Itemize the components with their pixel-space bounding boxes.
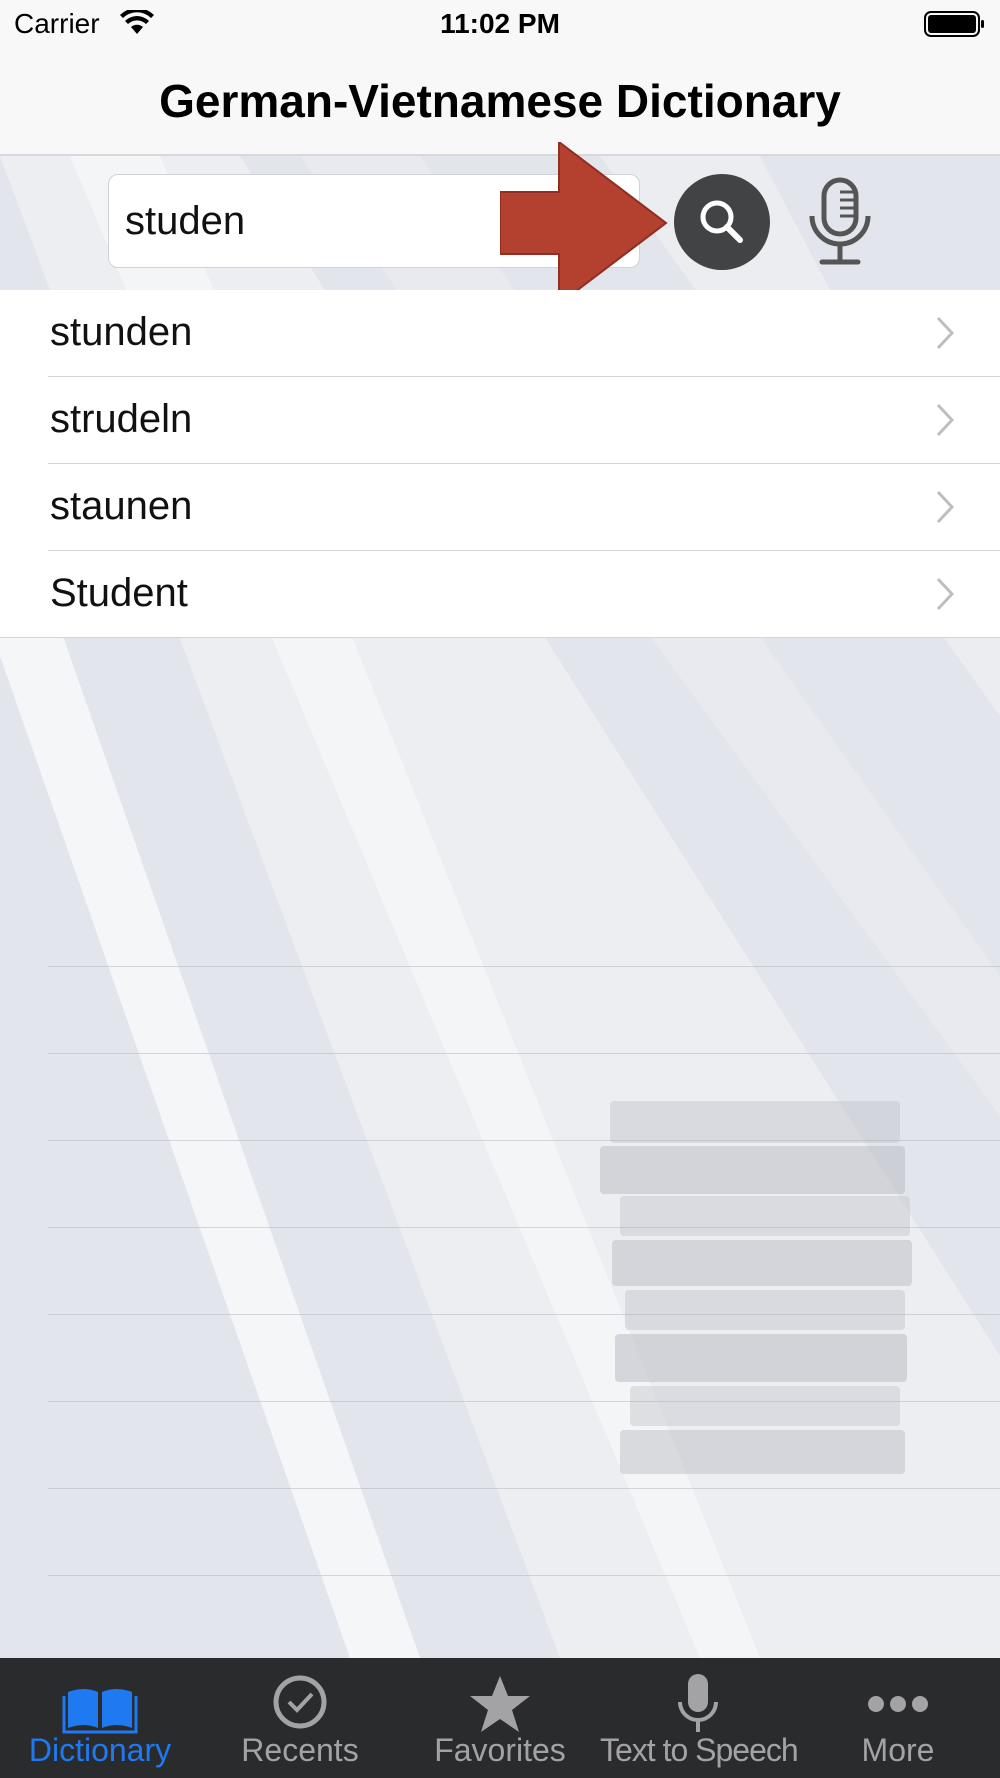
list-item[interactable]: staunen [0,464,1000,551]
battery-icon [924,11,984,37]
tab-dictionary[interactable]: Dictionary [0,1658,200,1778]
tab-more-label: More [861,1732,935,1768]
list-item[interactable]: Student [0,551,1000,638]
empty-row-lines [48,880,1000,1658]
navigation-bar: German-Vietnamese Dictionary [0,50,1000,156]
chevron-right-icon [936,403,954,437]
ellipsis-icon [868,1696,928,1712]
list-item-label: strudeln [50,397,193,441]
chevron-right-icon [936,490,954,524]
clock-check-icon [273,1675,327,1729]
list-item-label: Student [50,571,188,615]
list-item[interactable]: strudeln [0,377,1000,464]
list-item-label: stunden [50,310,193,354]
list-item[interactable]: stunden [0,290,1000,377]
chevron-right-icon [936,316,954,350]
tab-dictionary-label: Dictionary [28,1732,172,1768]
tab-text-to-speech[interactable]: Text to Speech [600,1658,799,1778]
page-title: German-Vietnamese Dictionary [159,75,841,127]
tab-text-to-speech-label: Text to Speech [600,1732,799,1768]
tab-favorites-label: Favorites [434,1732,566,1768]
tab-favorites[interactable]: Favorites [400,1658,600,1778]
search-icon [700,200,743,243]
status-time: 11:02 PM [440,8,560,39]
search-button[interactable] [674,174,770,270]
microphone-icon [678,1674,718,1732]
status-bar: Carrier 11:02 PM [0,0,1000,50]
tab-bar: Dictionary Recents Favorites Text to Spe… [0,1658,1000,1778]
tab-recents[interactable]: Recents [200,1658,400,1778]
microphone-button[interactable] [800,176,880,268]
results-list: stunden strudeln staunen Student [0,290,1000,638]
book-icon [62,1689,138,1734]
search-input-text: studen [125,199,246,243]
tab-recents-label: Recents [241,1732,359,1768]
hint-arrow-icon [500,142,668,304]
list-item-label: staunen [50,484,193,528]
chevron-right-icon [936,577,954,611]
star-icon [470,1676,530,1732]
tab-more[interactable]: More [796,1658,1000,1778]
